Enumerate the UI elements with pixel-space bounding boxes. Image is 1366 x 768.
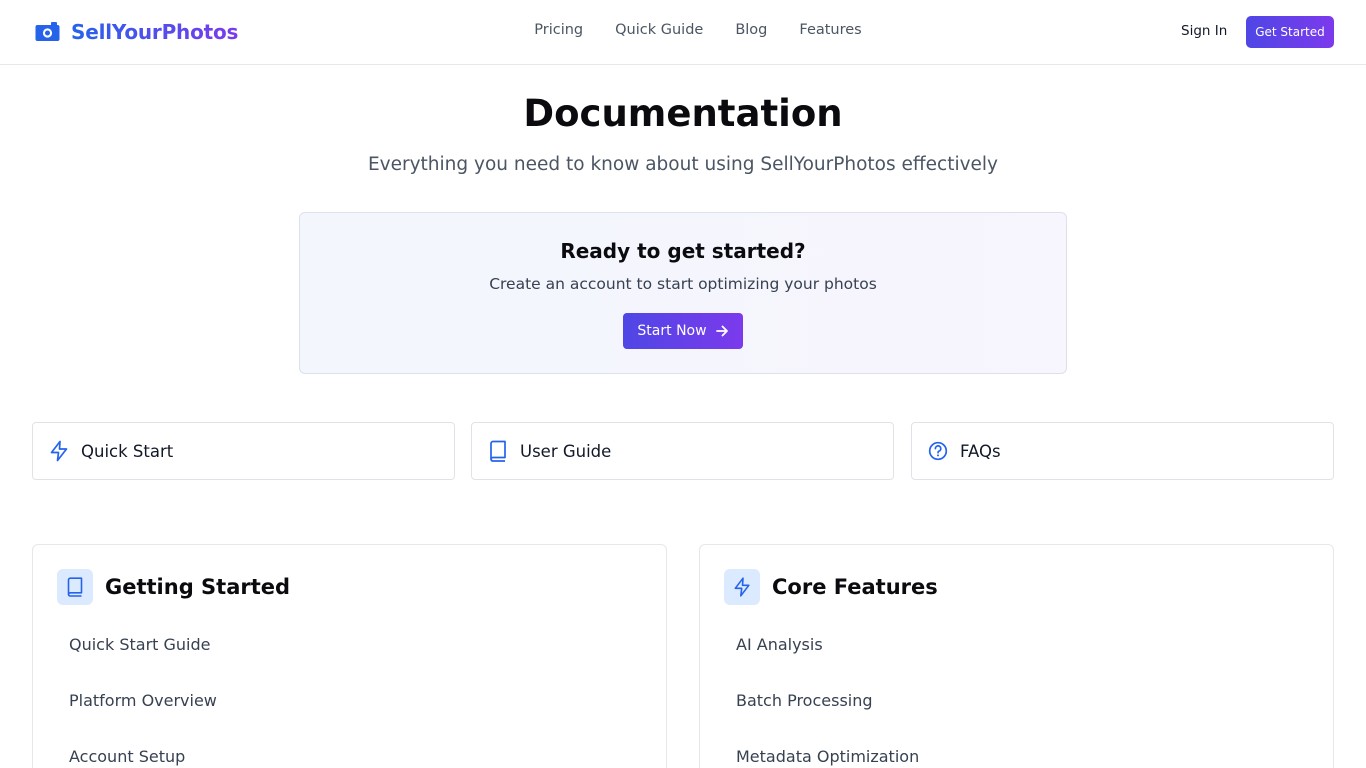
callout-title: Ready to get started? (560, 239, 806, 263)
help-circle-icon (928, 441, 948, 461)
brand-logo-link[interactable]: SellYourPhotos (35, 18, 238, 46)
doc-link[interactable]: Quick Start Guide (69, 635, 210, 654)
card-header: Core Features (724, 569, 938, 605)
nav-link-blog[interactable]: Blog (735, 22, 767, 42)
quick-link-faqs[interactable]: FAQs (911, 422, 1334, 480)
sign-in-link[interactable]: Sign In (1181, 23, 1227, 39)
page-title: Documentation (523, 92, 843, 135)
doc-link-list: AI Analysis Batch Processing Metadata Op… (736, 635, 919, 768)
lightning-icon (734, 577, 750, 597)
getting-started-card: Getting Started Quick Start Guide Platfo… (32, 544, 667, 768)
quick-link-user-guide[interactable]: User Guide (471, 422, 894, 480)
card-icon-badge (724, 569, 760, 605)
camera-icon (35, 22, 60, 41)
callout-text: Create an account to start optimizing yo… (489, 275, 877, 293)
arrow-right-icon (715, 325, 728, 337)
doc-link[interactable]: Metadata Optimization (736, 747, 919, 766)
card-icon-badge (57, 569, 93, 605)
nav-link-quick-guide[interactable]: Quick Guide (615, 22, 703, 42)
card-title: Core Features (772, 575, 938, 599)
book-icon (490, 440, 506, 462)
doc-link[interactable]: Account Setup (69, 747, 185, 766)
core-features-card: Core Features AI Analysis Batch Processi… (699, 544, 1334, 768)
lightning-icon (50, 440, 68, 462)
nav-link-features[interactable]: Features (799, 22, 861, 42)
doc-link[interactable]: AI Analysis (736, 635, 823, 654)
doc-link[interactable]: Batch Processing (736, 691, 873, 710)
top-navigation-bar: SellYourPhotos Pricing Quick Guide Blog … (0, 0, 1366, 65)
get-started-button[interactable]: Get Started (1246, 16, 1334, 48)
page-subtitle: Everything you need to know about using … (367, 154, 999, 175)
card-header: Getting Started (57, 569, 290, 605)
quick-link-label: User Guide (520, 441, 612, 461)
start-now-label: Start Now (637, 323, 707, 339)
doc-link-list: Quick Start Guide Platform Overview Acco… (69, 635, 217, 768)
card-title: Getting Started (105, 575, 291, 599)
brand-name: SellYourPhotos (71, 20, 239, 44)
start-now-button[interactable]: Start Now (623, 313, 743, 349)
get-started-callout: Ready to get started? Create an account … (299, 212, 1067, 374)
doc-link[interactable]: Platform Overview (69, 691, 217, 710)
quick-link-label: Quick Start (81, 441, 174, 461)
quick-link-quick-start[interactable]: Quick Start (32, 422, 455, 480)
nav-link-pricing[interactable]: Pricing (534, 22, 583, 42)
quick-link-label: FAQs (960, 441, 1001, 461)
book-icon (67, 577, 83, 597)
